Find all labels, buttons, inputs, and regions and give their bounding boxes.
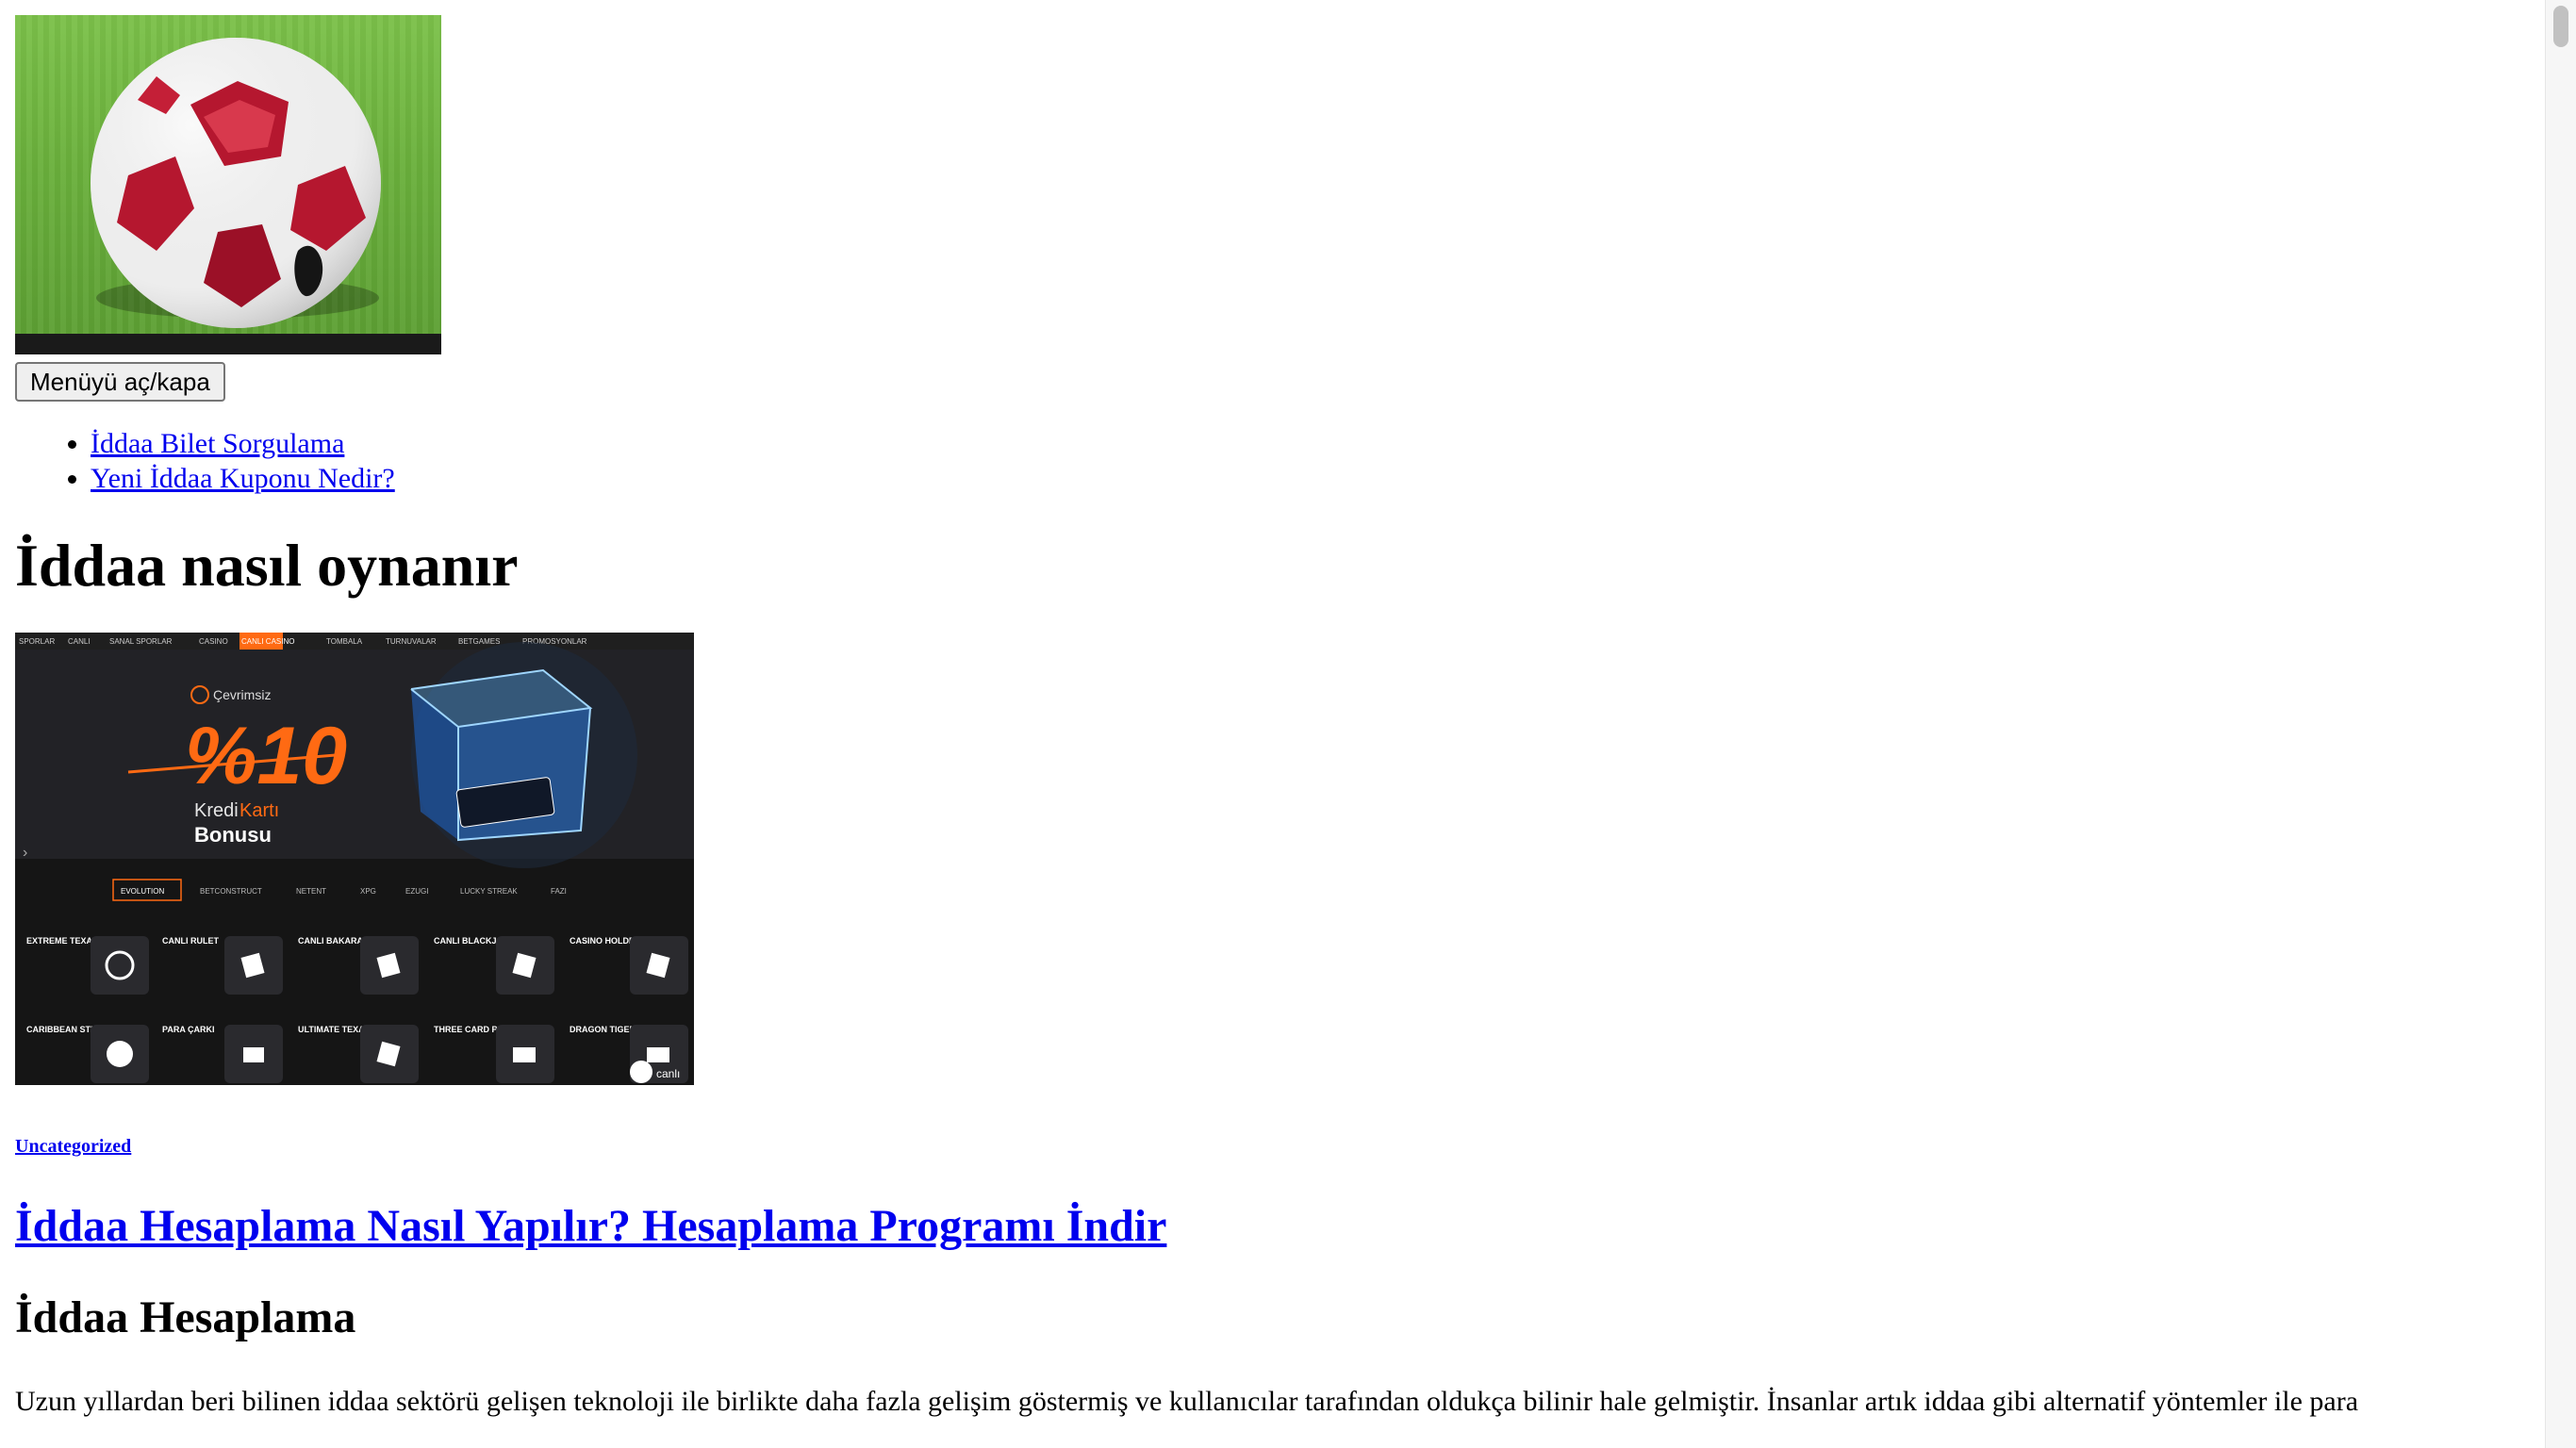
post-excerpt: Uzun yıllardan beri bilinen iddaa sektör… bbox=[15, 1385, 2359, 1417]
thumb-nav-1: CANLI bbox=[68, 637, 91, 646]
thumb-game-r2-1: PARA ÇARKI bbox=[162, 1025, 215, 1034]
thumb-nav-6: TURNUVALAR bbox=[386, 637, 437, 646]
thumb-provider-6: FAZI bbox=[551, 887, 567, 896]
thumb-game-r2-4: DRAGON TIGER bbox=[570, 1025, 636, 1034]
thumb-nav-4: CANLI CASINO bbox=[241, 637, 294, 646]
thumb-provider-0: EVOLUTION bbox=[121, 887, 164, 896]
thumb-karti: Kartı bbox=[239, 800, 279, 821]
thumb-provider-1: BETCONSTRUCT bbox=[200, 887, 262, 896]
post-thumbnail[interactable]: SPORLAR CANLI SANAL SPORLAR CASINO CANLI… bbox=[15, 632, 694, 1085]
thumb-bonusu: Bonusu bbox=[194, 823, 272, 847]
casino-bonus-banner: SPORLAR CANLI SANAL SPORLAR CASINO CANLI… bbox=[15, 632, 694, 1083]
menu-toggle-button[interactable]: Menüyü aç/kapa bbox=[15, 362, 225, 402]
thumb-provider-5: LUCKY STREAK bbox=[460, 887, 518, 896]
post-title: İddaa Hesaplama Nasıl Yapılır? Hesaplama… bbox=[15, 1199, 2533, 1254]
thumb-nav-2: SANAL SPORLAR bbox=[109, 637, 173, 646]
safe-box-icon bbox=[410, 668, 593, 841]
primary-menu: İddaa Bilet Sorgulama Yeni İddaa Kuponu … bbox=[15, 426, 2533, 496]
thumb-provider-3: XPG bbox=[360, 887, 376, 896]
thumb-badge: Çevrimsiz bbox=[213, 687, 271, 702]
post-category: Uncategorized bbox=[15, 1136, 2533, 1158]
thumb-nav-0: SPORLAR bbox=[19, 637, 55, 646]
menu-link-iddaa-bilet-sorgulama[interactable]: İddaa Bilet Sorgulama bbox=[91, 428, 344, 459]
menu-item: İddaa Bilet Sorgulama bbox=[91, 426, 2533, 461]
thumb-game-r1-2: CANLI BAKARA bbox=[298, 936, 363, 946]
scrollbar-thumb[interactable] bbox=[2553, 6, 2568, 47]
thumb-logo: canlı bbox=[656, 1067, 680, 1080]
menu-item: Yeni İddaa Kuponu Nedir? bbox=[91, 461, 2533, 496]
thumb-nav-5: TOMBALA bbox=[326, 637, 363, 646]
thumb-nav-7: BETGAMES bbox=[458, 637, 500, 646]
thumb-provider-4: EZUGI bbox=[405, 887, 428, 896]
thumb-nav-3: CASINO bbox=[199, 637, 228, 646]
thumb-kredi: Kredi bbox=[194, 800, 239, 821]
vertical-scrollbar[interactable] bbox=[2545, 0, 2576, 1448]
thumb-game-r1-1: CANLI RULET bbox=[162, 936, 219, 946]
thumb-provider-2: NETENT bbox=[296, 887, 326, 896]
thumb-arrow-icon: › bbox=[23, 845, 27, 861]
post-title-link[interactable]: İddaa Hesaplama Nasıl Yapılır? Hesaplama… bbox=[15, 1201, 1166, 1251]
soccer-ball-icon bbox=[91, 38, 381, 328]
header-image bbox=[15, 15, 441, 354]
category-link[interactable]: Uncategorized bbox=[15, 1136, 131, 1157]
site-title: İddaa nasıl oynanır bbox=[15, 532, 519, 599]
post-subheading: İddaa Hesaplama bbox=[15, 1292, 356, 1343]
page: Menüyü aç/kapa İddaa Bilet Sorgulama Yen… bbox=[15, 15, 2533, 1420]
menu-link-yeni-iddaa-kuponu[interactable]: Yeni İddaa Kuponu Nedir? bbox=[91, 463, 395, 494]
